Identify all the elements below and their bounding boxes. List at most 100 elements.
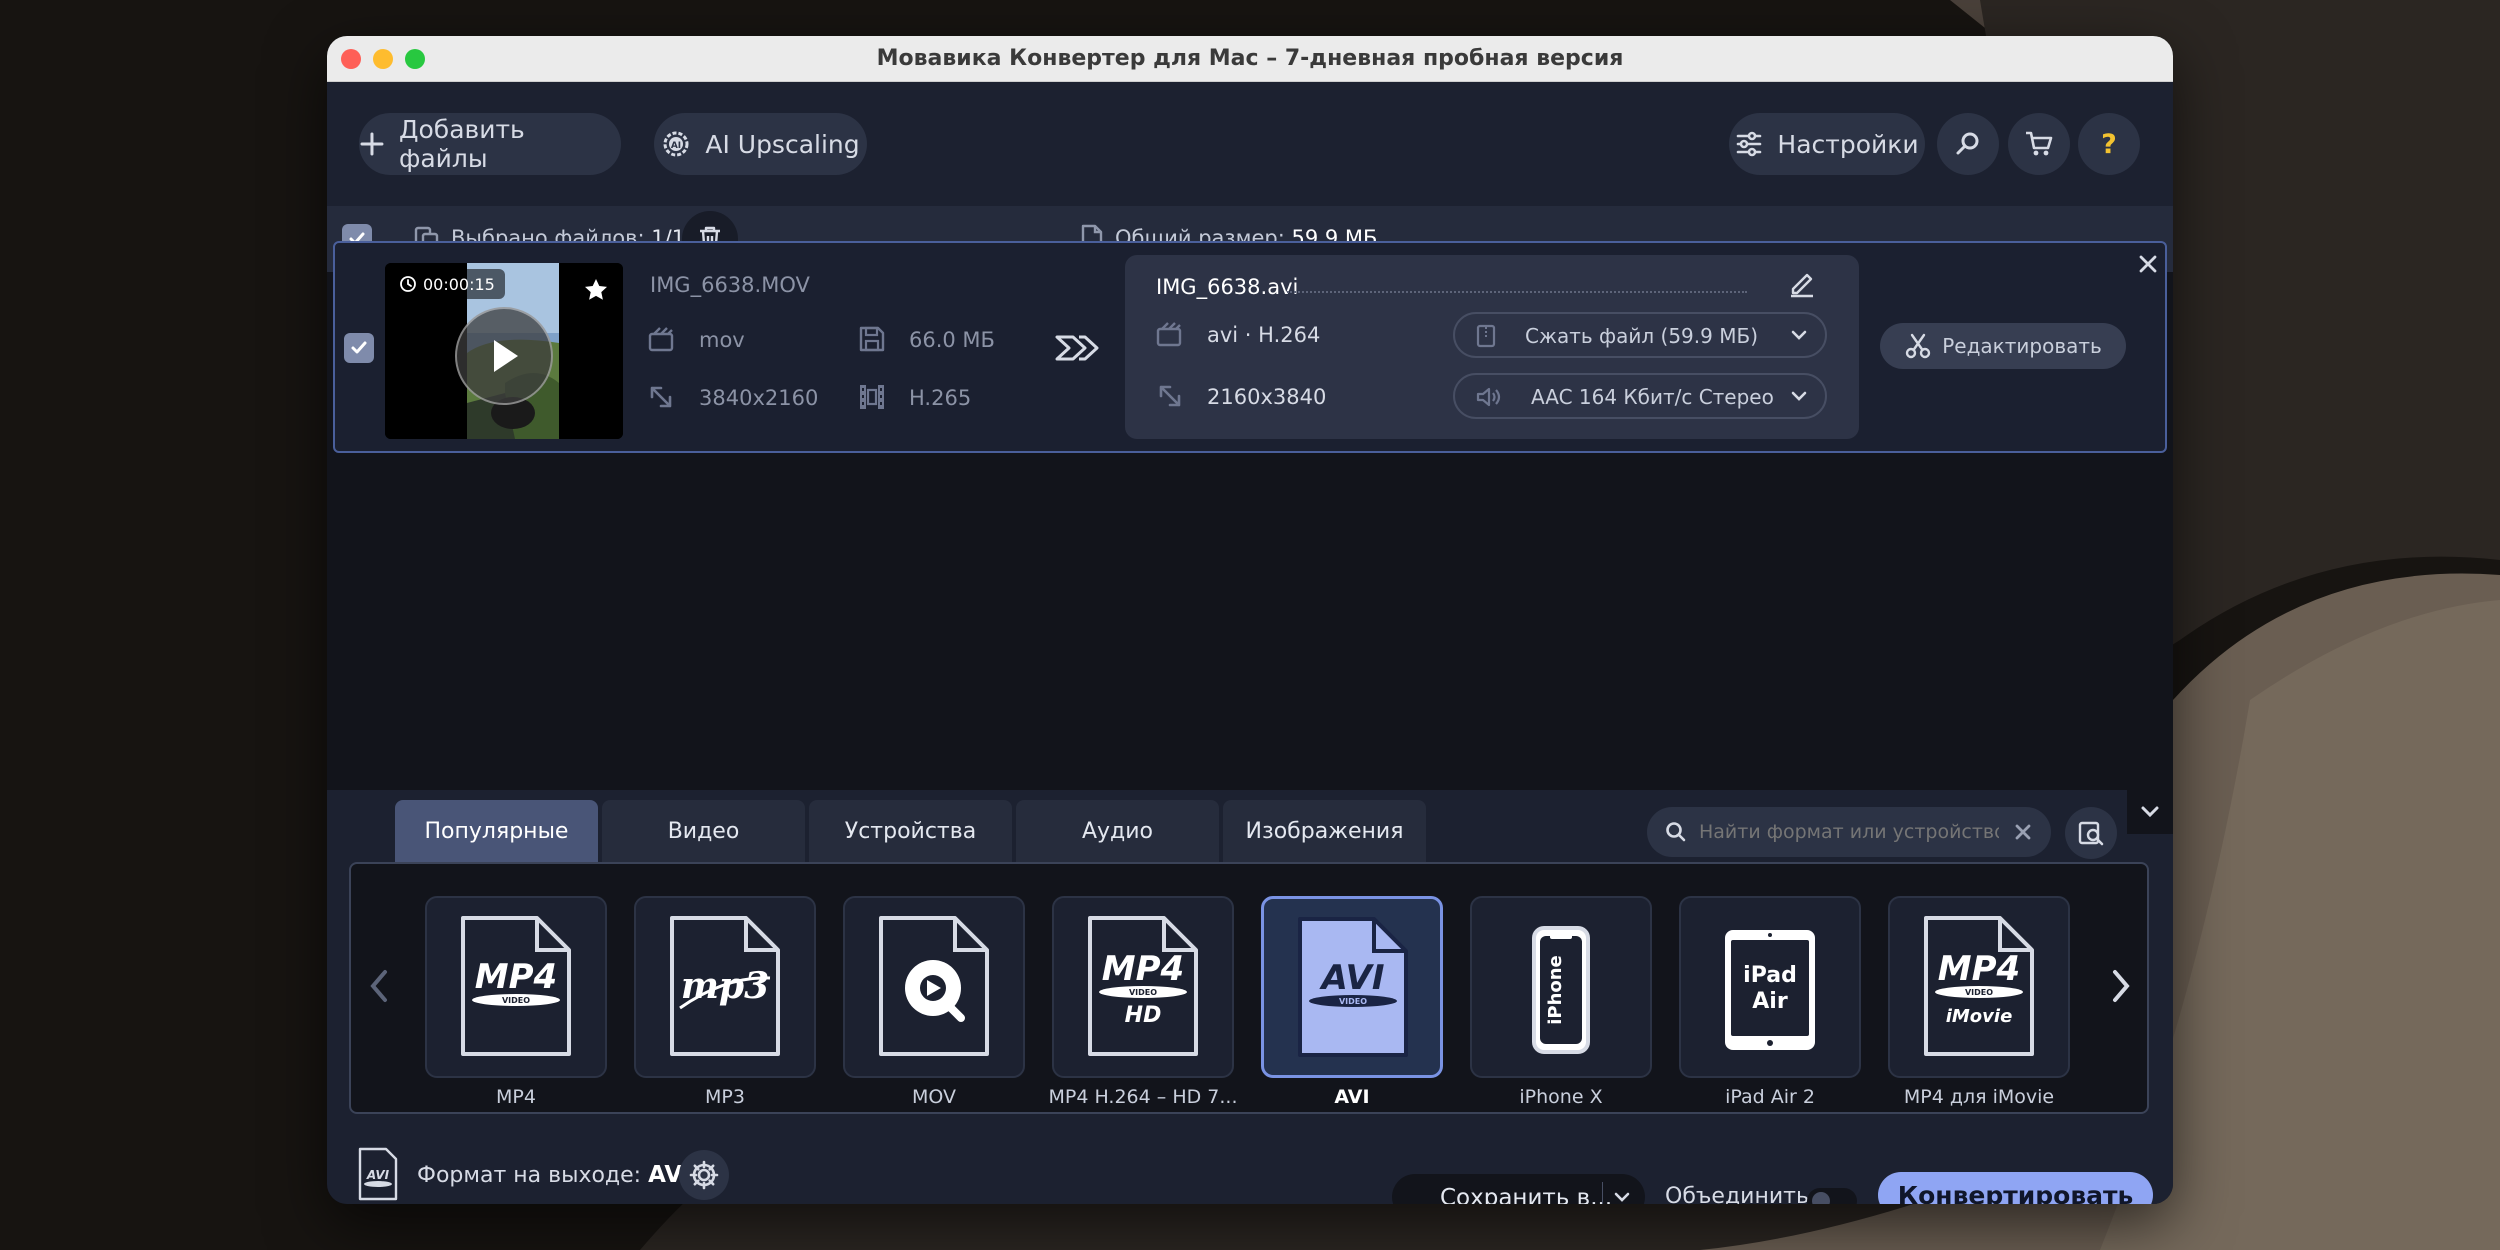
sliders-icon bbox=[1737, 131, 1762, 157]
merge-toggle[interactable] bbox=[1807, 1188, 1857, 1204]
help-button[interactable]: ? bbox=[2078, 113, 2140, 175]
format-mp4-icon: MP4 VIDEO bbox=[461, 916, 571, 1056]
add-files-button[interactable]: Добавить файлы bbox=[359, 113, 621, 175]
format-tile[interactable]: iPad Air bbox=[1679, 896, 1861, 1078]
source-format: mov bbox=[699, 328, 745, 352]
video-thumbnail[interactable]: 00:00:15 bbox=[385, 263, 623, 439]
source-codec: H.265 bbox=[909, 386, 972, 410]
star-icon bbox=[585, 279, 607, 300]
format-settings-button[interactable] bbox=[679, 1150, 729, 1200]
chevron-left-icon[interactable] bbox=[367, 968, 391, 1004]
detect-device-button[interactable] bbox=[2065, 807, 2117, 859]
main-toolbar: Добавить файлы AI AI Upscaling Настройки… bbox=[327, 82, 2173, 206]
chevron-down-icon[interactable] bbox=[1614, 1191, 1630, 1203]
gear-icon bbox=[689, 1160, 719, 1190]
tab-video[interactable]: Видео bbox=[602, 800, 805, 862]
format-tile-label: MP4 H.264 – HD 7... bbox=[1048, 1086, 1238, 1108]
output-format-icon-text: AVI bbox=[366, 1168, 390, 1182]
output-file-name[interactable]: IMG_6638.avi bbox=[1156, 275, 1298, 299]
file-row[interactable]: 00:00:15 IMG_6638.MOV mov 66.0 МБ 3840x2… bbox=[333, 241, 2167, 453]
merge-toggle-knob bbox=[1812, 1192, 1830, 1204]
pencil-icon[interactable] bbox=[1787, 269, 1817, 299]
format-tile[interactable] bbox=[843, 896, 1025, 1078]
tab-popular[interactable]: Популярные bbox=[395, 800, 598, 862]
favorite-button[interactable] bbox=[575, 269, 617, 311]
tab-devices[interactable]: Устройства bbox=[809, 800, 1012, 862]
svg-text:VIDEO: VIDEO bbox=[1129, 988, 1157, 997]
svg-text:VIDEO: VIDEO bbox=[1339, 997, 1367, 1006]
format-tile[interactable]: MP4 VIDEO iMovie bbox=[1888, 896, 2070, 1078]
name-underline bbox=[1287, 291, 1747, 293]
svg-text:Air: Air bbox=[1752, 989, 1788, 1014]
speaker-icon bbox=[1476, 387, 1501, 407]
check-icon bbox=[351, 341, 367, 354]
resize-icon bbox=[1159, 385, 1181, 407]
chevron-right-icon[interactable] bbox=[2109, 968, 2133, 1004]
format-tile-label: MP3 bbox=[705, 1086, 745, 1108]
format-mp4-icon: MP4 VIDEO iMovie bbox=[1924, 916, 2034, 1056]
output-resolution: 2160x3840 bbox=[1207, 385, 1327, 409]
source-file-name: IMG_6638.MOV bbox=[650, 273, 810, 297]
format-gallery: MP4 VIDEO MP4 mp3 MP3 MOV MP4 VIDEO HD MP… bbox=[349, 862, 2149, 1114]
format-tile-label: iPhone X bbox=[1519, 1086, 1603, 1108]
format-tile-label: MP4 bbox=[496, 1086, 536, 1108]
format-tile-label: MP4 для iMovie bbox=[1903, 1086, 2055, 1108]
format-tile[interactable]: mp3 bbox=[634, 896, 816, 1078]
svg-text:VIDEO: VIDEO bbox=[502, 996, 530, 1005]
collapse-panel-button[interactable] bbox=[2127, 790, 2173, 834]
ai-upscaling-label: AI Upscaling bbox=[705, 129, 860, 159]
tab-audio[interactable]: Аудио bbox=[1016, 800, 1219, 862]
save-to-button[interactable]: Сохранить в... bbox=[1392, 1174, 1645, 1204]
format-mp4-icon: MP4 VIDEO HD bbox=[1088, 916, 1198, 1056]
svg-text:HD: HD bbox=[1125, 1003, 1162, 1028]
file-checkbox[interactable] bbox=[344, 333, 374, 363]
clear-search-icon[interactable] bbox=[2014, 823, 2032, 841]
edit-label: Редактировать bbox=[1942, 334, 2102, 358]
tab-images[interactable]: Изображения bbox=[1223, 800, 1426, 862]
svg-text:MP4: MP4 bbox=[1938, 949, 2020, 989]
plus-icon bbox=[360, 132, 384, 156]
add-files-label: Добавить файлы bbox=[398, 115, 525, 173]
svg-text:iPad: iPad bbox=[1743, 963, 1797, 988]
search-button[interactable] bbox=[1937, 113, 1999, 175]
svg-text:?: ? bbox=[2101, 129, 2117, 159]
source-size: 66.0 МБ bbox=[909, 328, 995, 352]
format-tile[interactable]: AVI VIDEO bbox=[1261, 896, 1443, 1078]
format-search-input[interactable] bbox=[1699, 815, 1999, 849]
format-tile[interactable]: MP4 VIDEO bbox=[425, 896, 607, 1078]
play-icon bbox=[494, 340, 518, 372]
codec-icon bbox=[860, 385, 884, 409]
convert-arrow-icon bbox=[1055, 335, 1099, 361]
cart-button[interactable] bbox=[2008, 113, 2070, 175]
settings-label: Настройки bbox=[1777, 129, 1919, 159]
window-title: Мовавика Конвертер для Mac – 7-дневная п… bbox=[876, 46, 1624, 71]
format-panel: Популярные Видео Устройства Аудио Изобра… bbox=[327, 790, 2173, 1204]
output-settings-panel: IMG_6638.avi avi · H.264 2160x3840 Сжать… bbox=[1125, 255, 1859, 439]
format-tile[interactable]: MP4 VIDEO HD bbox=[1052, 896, 1234, 1078]
video-format-icon bbox=[648, 327, 674, 352]
svg-text:MP4: MP4 bbox=[1102, 949, 1184, 989]
source-resolution: 3840x2160 bbox=[699, 386, 819, 410]
edit-button[interactable]: Редактировать bbox=[1880, 323, 2126, 369]
compress-label: Сжать файл (59.9 МБ) bbox=[1525, 324, 1758, 348]
settings-button[interactable]: Настройки bbox=[1729, 113, 1925, 175]
search-icon bbox=[1666, 822, 1686, 842]
format-iphone-icon: iPhone bbox=[1532, 926, 1590, 1054]
compress-dropdown[interactable]: Сжать файл (59.9 МБ) bbox=[1453, 312, 1827, 358]
format-tile-label: iPad Air 2 bbox=[1725, 1086, 1815, 1108]
svg-text:iPhone: iPhone bbox=[1545, 955, 1566, 1025]
format-avi-icon: AVI VIDEO bbox=[1298, 917, 1408, 1057]
ai-upscaling-button[interactable]: AI AI Upscaling bbox=[654, 113, 867, 175]
format-search[interactable] bbox=[1647, 807, 2051, 857]
svg-text:VIDEO: VIDEO bbox=[1965, 988, 1993, 997]
play-button[interactable] bbox=[455, 307, 553, 405]
output-format-icon: AVI bbox=[358, 1147, 398, 1201]
convert-button[interactable]: Конвертировать bbox=[1878, 1172, 2153, 1204]
format-tile[interactable]: iPhone bbox=[1470, 896, 1652, 1078]
help-icon: ? bbox=[2101, 129, 2117, 159]
output-format-info: Формат на выходе: AVI bbox=[417, 1162, 691, 1188]
close-icon[interactable] bbox=[2137, 253, 2159, 275]
save-to-divider bbox=[1602, 1182, 1603, 1204]
save-to-label: Сохранить в... bbox=[1440, 1185, 1613, 1204]
audio-dropdown[interactable]: AAC 164 Кбит/с Стерео bbox=[1453, 373, 1827, 419]
